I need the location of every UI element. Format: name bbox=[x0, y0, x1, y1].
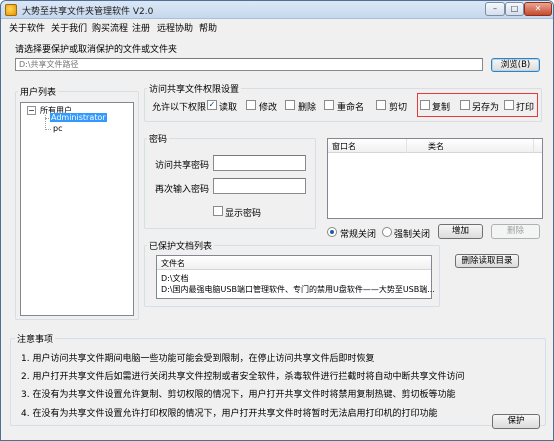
delete-window-button[interactable]: 删除 bbox=[491, 224, 540, 239]
copy-checkbox[interactable] bbox=[420, 100, 430, 110]
protected-docs-list[interactable]: 文件名 D:\文档 D:\国内最强电脑USB端口管理软件、专门的禁用U盘软件——… bbox=[156, 255, 435, 299]
cut-checkbox[interactable] bbox=[376, 100, 386, 110]
access-password-input[interactable] bbox=[213, 155, 306, 171]
protected-doc-row[interactable]: D:\文档 bbox=[161, 273, 189, 284]
protect-button[interactable]: 保护 bbox=[492, 414, 540, 429]
user-tree[interactable]: − 所有用户 Administrator pc bbox=[20, 102, 134, 316]
cut-label: 剪切 bbox=[389, 103, 408, 113]
protected-docs-header: 文件名 bbox=[157, 256, 431, 270]
modify-label: 修改 bbox=[259, 103, 278, 113]
tree-collapse-icon[interactable]: − bbox=[27, 106, 36, 115]
access-password-label: 访问共享密码 bbox=[155, 161, 210, 171]
note-item: 4. 在没有为共享文件设置允许打印权限的情况下，用户打开共享文件时将暂时无法启用… bbox=[21, 409, 438, 419]
print-checkbox[interactable] bbox=[504, 100, 514, 110]
force-close-label: 强制关闭 bbox=[394, 230, 431, 240]
menu-purchase[interactable]: 购买流程 bbox=[92, 21, 128, 34]
tree-connector bbox=[45, 129, 51, 130]
window-list-header: 窗口名 类名 bbox=[328, 139, 542, 153]
password-title: 密码 bbox=[147, 132, 170, 145]
menu-help[interactable]: 帮助 bbox=[199, 21, 217, 34]
normal-close-label: 常规关闭 bbox=[340, 230, 377, 240]
rename-label: 重命名 bbox=[337, 103, 365, 113]
note-item: 1. 用户访问共享文件期间电脑一些功能可能会受到限制，在停止访问共享文件后即时恢… bbox=[21, 354, 375, 364]
delete-label: 删除 bbox=[298, 103, 317, 113]
remove-readonly-dir-button[interactable]: 删除读取目录 bbox=[455, 254, 519, 268]
confirm-password-input[interactable] bbox=[213, 178, 306, 194]
column-class-name[interactable]: 类名 bbox=[428, 141, 444, 152]
menu-about-us[interactable]: 关于我们 bbox=[51, 21, 87, 34]
add-window-button[interactable]: 增加 bbox=[438, 224, 483, 239]
save-as-checkbox[interactable] bbox=[460, 100, 470, 110]
minimize-button[interactable]: – bbox=[485, 2, 505, 16]
window-title: 大势至共享文件夹管理软件 V2.0 bbox=[22, 7, 154, 17]
column-separator bbox=[406, 139, 407, 153]
browse-button[interactable]: 浏览(B) bbox=[491, 58, 540, 72]
column-separator bbox=[533, 139, 534, 153]
user-list-title: 用户列表 bbox=[18, 85, 59, 98]
menu-register[interactable]: 注册 bbox=[132, 21, 150, 34]
print-label: 打印 bbox=[516, 103, 535, 113]
confirm-password-label: 再次输入密码 bbox=[155, 185, 210, 195]
delete-checkbox[interactable] bbox=[285, 100, 295, 110]
menu-about-software[interactable]: 关于软件 bbox=[9, 21, 45, 34]
main-window: 大势至共享文件夹管理软件 V2.0 – □ ✕ 关于软件 关于我们 购买流程 注… bbox=[0, 0, 554, 441]
show-password-checkbox[interactable] bbox=[213, 206, 223, 216]
copy-label: 复制 bbox=[432, 103, 451, 113]
read-checkbox[interactable]: ✓ bbox=[207, 100, 217, 110]
modify-checkbox[interactable] bbox=[246, 100, 256, 110]
window-list[interactable]: 窗口名 类名 bbox=[327, 138, 543, 219]
menu-remote-assist[interactable]: 远程协助 bbox=[157, 21, 193, 34]
maximize-button[interactable]: □ bbox=[505, 2, 524, 16]
note-item: 2. 用户打开共享文件后如需进行关闭共享文件控制或者安全软件，杀毒软件进行拦截时… bbox=[21, 372, 465, 382]
notes-title: 注意事项 bbox=[15, 332, 56, 345]
save-as-label: 另存为 bbox=[472, 103, 500, 113]
title-bar[interactable]: 大势至共享文件夹管理软件 V2.0 – □ ✕ bbox=[1, 1, 553, 19]
folder-instruction: 请选择要保护或取消保护的文件或文件夹 bbox=[15, 45, 178, 55]
allow-permissions-label: 允许以下权限 bbox=[152, 103, 207, 113]
column-file-name[interactable]: 文件名 bbox=[161, 258, 185, 269]
note-item: 3. 在没有为共享文件设置允许复制、剪切权限的情况下，用户打开共享文件时将禁用复… bbox=[21, 390, 456, 400]
app-icon bbox=[5, 4, 17, 16]
read-label: 读取 bbox=[219, 103, 238, 113]
normal-close-radio[interactable] bbox=[327, 227, 337, 237]
protected-doc-row[interactable]: D:\国内最强电脑USB端口管理软件、专门的禁用U盘软件——大势至USB端... bbox=[161, 284, 435, 295]
force-close-radio[interactable] bbox=[382, 227, 392, 237]
rename-checkbox[interactable] bbox=[324, 100, 334, 110]
permissions-title: 访问共享文件权限设置 bbox=[147, 82, 242, 95]
menu-bar: 关于软件 关于我们 购买流程 注册 远程协助 帮助 bbox=[1, 20, 553, 34]
folder-path-input[interactable] bbox=[15, 58, 483, 71]
protected-docs-title: 已保护文档列表 bbox=[147, 239, 215, 252]
close-button[interactable]: ✕ bbox=[524, 2, 552, 16]
column-window-name[interactable]: 窗口名 bbox=[332, 141, 356, 152]
tree-user-administrator[interactable]: Administrator bbox=[50, 113, 107, 122]
tree-user-pc[interactable]: pc bbox=[53, 124, 62, 133]
show-password-label: 显示密码 bbox=[225, 209, 262, 219]
